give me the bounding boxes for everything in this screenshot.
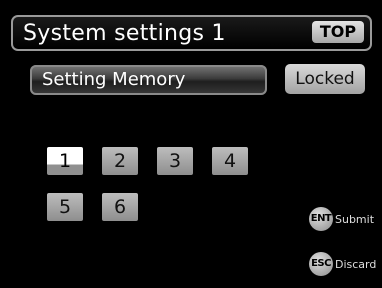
submit-hint[interactable]: ENT Submit: [309, 207, 374, 231]
submit-label: Submit: [335, 212, 375, 226]
ent-key-icon: ENT: [309, 207, 333, 231]
memory-slot-4-button[interactable]: 4: [212, 147, 248, 175]
setting-memory-label: Setting Memory: [30, 65, 267, 95]
memory-slot-3-button[interactable]: 3: [157, 147, 193, 175]
title-bar: System settings 1 TOP: [11, 15, 372, 51]
top-button[interactable]: TOP: [312, 21, 364, 43]
locked-status-button[interactable]: Locked: [285, 64, 365, 94]
discard-label: Discard: [335, 257, 377, 271]
page-title: System settings 1: [23, 21, 226, 46]
memory-slot-1-button[interactable]: 1: [47, 147, 83, 175]
memory-slot-2-button[interactable]: 2: [102, 147, 138, 175]
discard-hint[interactable]: ESC Discard: [309, 252, 376, 276]
memory-slot-6-button[interactable]: 6: [102, 193, 138, 221]
esc-key-icon: ESC: [309, 252, 333, 276]
memory-slot-5-button[interactable]: 5: [47, 193, 83, 221]
